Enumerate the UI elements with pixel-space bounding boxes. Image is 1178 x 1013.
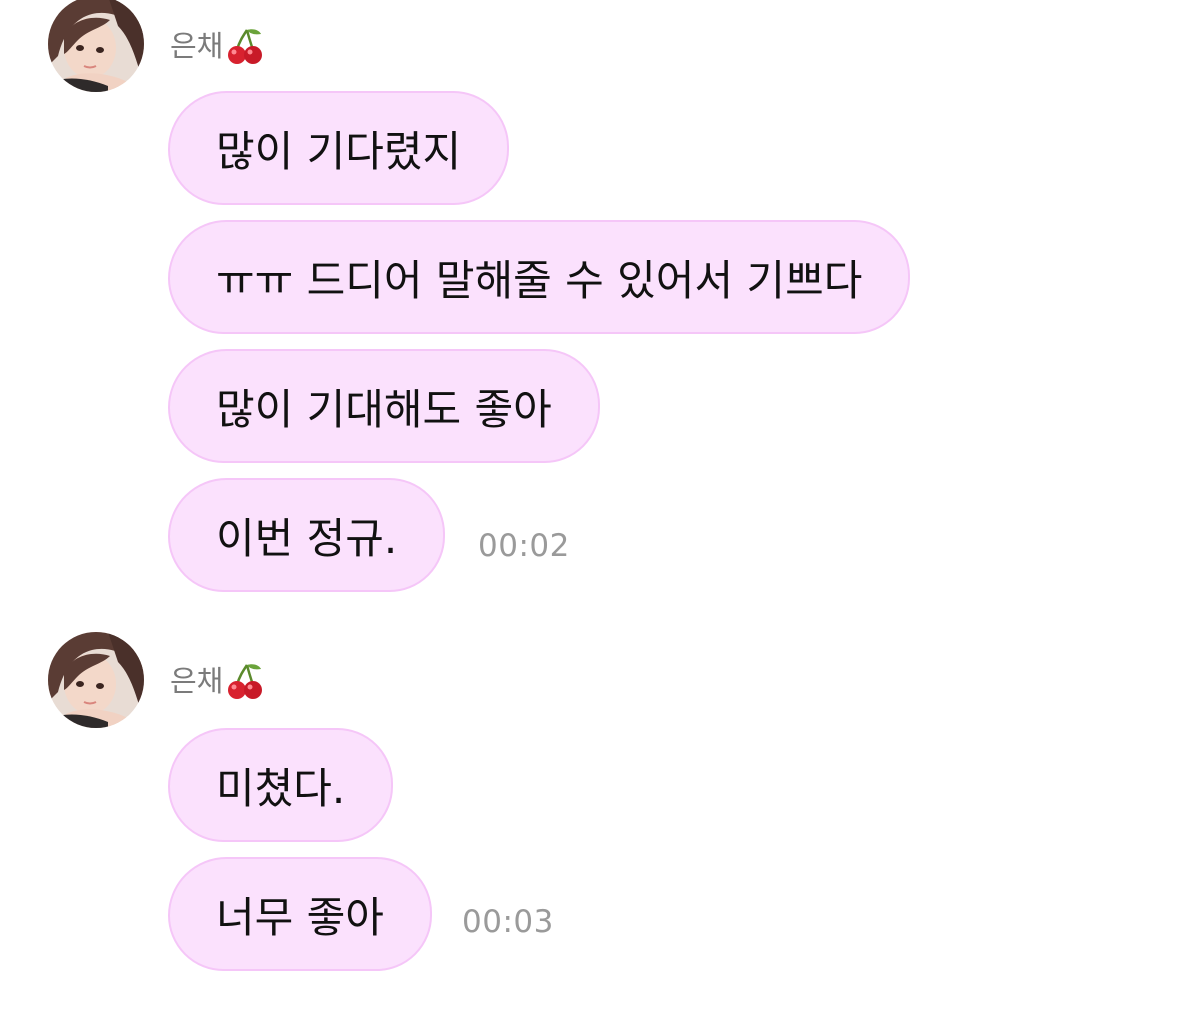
message-bubble[interactable]: 많이 기대해도 좋아 [168,349,600,463]
cherry-icon [225,661,265,701]
message-text: 너무 좋아 [216,892,384,942]
sender-name: 은채 [170,26,265,66]
message-bubble[interactable]: 미쳤다. [168,728,394,842]
cherry-icon [225,26,265,66]
avatar-photo-icon [48,0,144,92]
avatar-photo-icon [48,632,144,728]
message-bubble[interactable]: 너무 좋아 [168,857,432,971]
sender-avatar[interactable] [48,632,144,728]
sender-avatar[interactable] [48,0,144,92]
message-text: 많이 기대해도 좋아 [216,384,552,434]
message-bubble[interactable]: 이번 정규. [168,478,446,592]
message-bubble[interactable]: 많이 기다렸지 [168,91,510,205]
message-bubble[interactable]: ㅠㅠ 드디어 말해줄 수 있어서 기쁘다 [168,220,911,334]
sender-name-text: 은채 [170,28,224,63]
sender-name: 은채 [170,661,265,701]
message-text: ㅠㅠ 드디어 말해줄 수 있어서 기쁘다 [216,255,863,305]
message-timestamp: 00:03 [462,904,554,940]
message-timestamp: 00:02 [478,528,570,564]
message-text: 이번 정규. [216,513,398,563]
sender-name-text: 은채 [170,663,224,698]
message-text: 많이 기다렸지 [216,126,462,176]
message-text: 미쳤다. [216,763,346,813]
